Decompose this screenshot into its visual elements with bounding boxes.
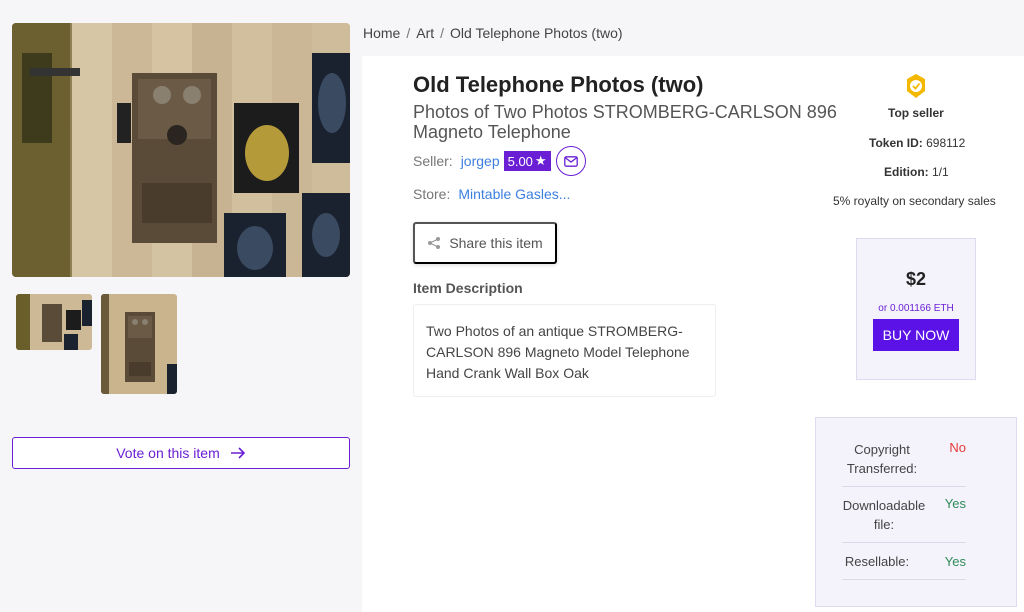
share-button[interactable]: Share this item — [413, 222, 557, 264]
rights-row: Copyright Transferred: No — [842, 440, 966, 487]
mail-icon — [563, 155, 578, 167]
price-usd: $2 — [905, 269, 927, 289]
rights-box: Copyright Transferred: No Downloadable f… — [815, 417, 1017, 607]
token-id: Token ID: 698112 — [869, 136, 965, 150]
seller-link[interactable]: jorgep — [461, 153, 500, 169]
rights-label: Resellable: — [844, 554, 910, 569]
item-title: Old Telephone Photos (two) — [413, 72, 704, 97]
message-seller-button[interactable] — [555, 146, 586, 176]
rights-row: Resellable: Yes — [842, 552, 966, 580]
rights-value: No — [949, 440, 966, 455]
vote-label: Vote on this item — [116, 445, 220, 461]
top-seller-badge-icon — [907, 74, 925, 98]
token-value: 698112 — [926, 136, 966, 150]
edition-value: 1/1 — [932, 165, 949, 179]
rights-label: Copyright Transferred: — [846, 442, 918, 476]
thumbnail-image[interactable] — [101, 294, 177, 394]
seller-label: Seller: — [413, 153, 453, 169]
share-label: Share this item — [449, 235, 543, 251]
store-row: Store: Mintable Gasles... — [413, 186, 570, 202]
vote-button[interactable]: Vote on this item — [12, 437, 350, 469]
rating-value: 5.00 — [507, 153, 533, 169]
seller-row: Seller: jorgep 5.00 ★ — [413, 146, 586, 176]
edition-label: Edition: — [884, 165, 929, 179]
main-item-image[interactable] — [12, 23, 350, 277]
star-icon: ★ — [534, 153, 547, 168]
store-label: Store: — [413, 186, 451, 202]
rights-label: Downloadable file: — [842, 498, 926, 532]
store-link[interactable]: Mintable Gasles... — [458, 186, 570, 202]
top-seller-label: Top seller — [888, 106, 944, 120]
breadcrumb-separator: / — [406, 25, 411, 41]
rights-value: Yes — [944, 496, 966, 511]
description-heading: Item Description — [413, 280, 523, 296]
share-icon — [428, 237, 441, 249]
edition: Edition: 1/1 — [884, 165, 949, 179]
description-box: Two Photos of an antique STROMBERG-CARLS… — [413, 304, 716, 397]
item-subtitle: Photos of Two Photos STROMBERG-CARLSON 8… — [413, 102, 837, 142]
rights-row: Downloadable file: Yes — [842, 496, 966, 543]
breadcrumb: Home / Art / Old Telephone Photos (two) — [363, 25, 623, 41]
royalty-note: 5% royalty on secondary sales — [833, 194, 996, 208]
thumbnail-image[interactable] — [16, 294, 92, 350]
token-label: Token ID: — [869, 136, 923, 150]
arrow-right-icon — [230, 447, 245, 459]
breadcrumb-home[interactable]: Home — [363, 25, 400, 41]
breadcrumb-art[interactable]: Art — [416, 25, 434, 41]
seller-rating-badge: 5.00 ★ — [503, 151, 551, 171]
rights-value: Yes — [944, 554, 966, 569]
price-eth: or 0.001166 ETH — [878, 303, 954, 314]
breadcrumb-current: Old Telephone Photos (two) — [450, 25, 623, 41]
price-box: $2 or 0.001166 ETH BUY NOW — [856, 238, 976, 380]
buy-now-button[interactable]: BUY NOW — [873, 319, 959, 351]
breadcrumb-separator: / — [440, 25, 445, 41]
